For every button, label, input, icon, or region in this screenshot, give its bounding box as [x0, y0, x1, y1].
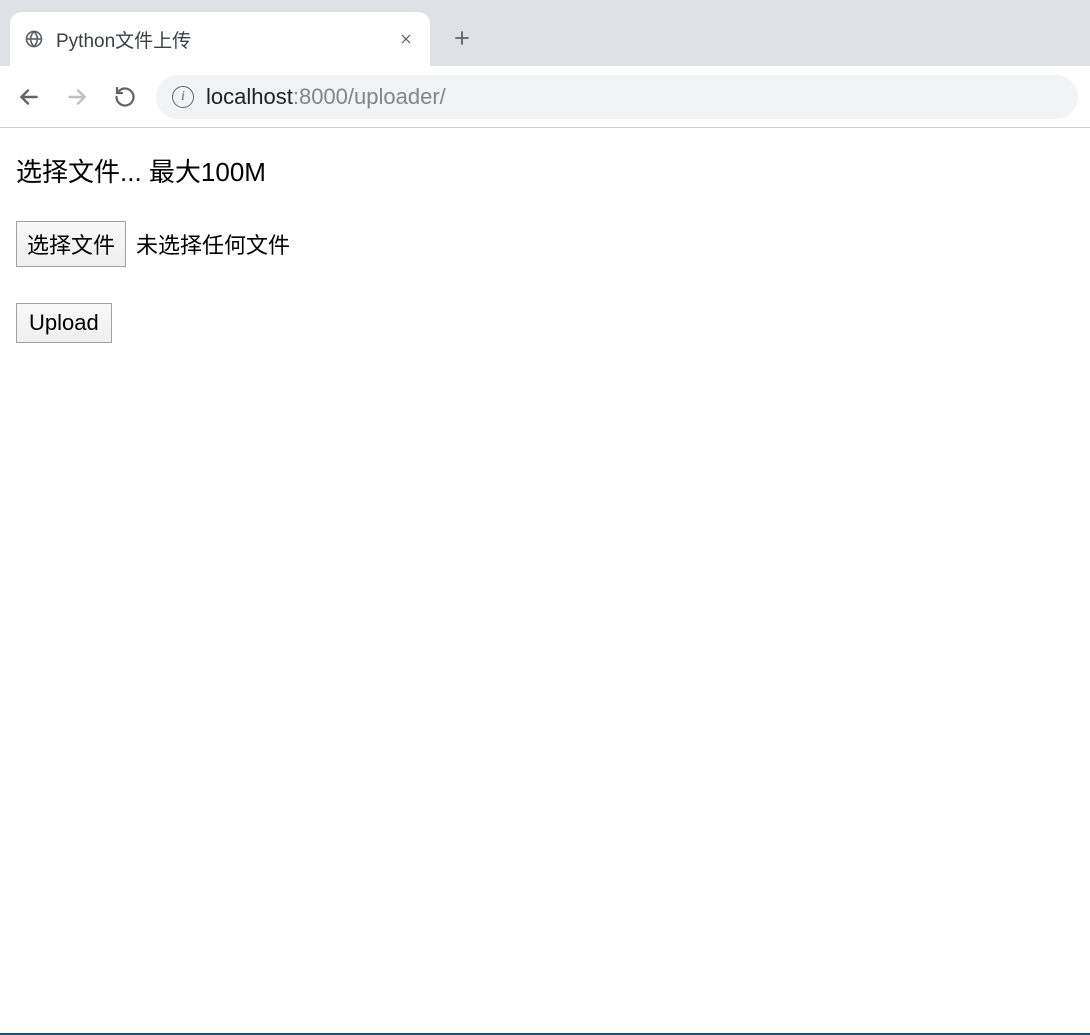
url-port: :8000 [293, 84, 348, 109]
browser-chrome: Python文件上传 [0, 0, 1090, 128]
globe-icon [24, 29, 44, 49]
tab-strip: Python文件上传 [0, 0, 1090, 66]
site-info-icon[interactable]: i [172, 86, 194, 108]
close-icon[interactable] [396, 29, 416, 49]
page-content: 选择文件... 最大100M 选择文件 未选择任何文件 Upload [0, 128, 1090, 367]
tab-title: Python文件上传 [56, 26, 384, 53]
address-bar[interactable]: i localhost:8000/uploader/ [156, 75, 1078, 119]
file-status-text: 未选择任何文件 [136, 228, 290, 260]
url-text: localhost:8000/uploader/ [206, 84, 446, 110]
browser-toolbar: i localhost:8000/uploader/ [0, 66, 1090, 128]
upload-button[interactable]: Upload [16, 303, 112, 343]
forward-button[interactable] [60, 80, 94, 114]
back-button[interactable] [12, 80, 46, 114]
url-path: /uploader/ [348, 84, 446, 109]
page-heading: 选择文件... 最大100M [16, 152, 1074, 189]
browser-tab[interactable]: Python文件上传 [10, 12, 430, 66]
file-input-row: 选择文件 未选择任何文件 [16, 221, 1074, 267]
reload-button[interactable] [108, 80, 142, 114]
choose-file-button[interactable]: 选择文件 [16, 221, 126, 267]
new-tab-button[interactable] [440, 16, 484, 60]
url-host: localhost [206, 84, 293, 109]
